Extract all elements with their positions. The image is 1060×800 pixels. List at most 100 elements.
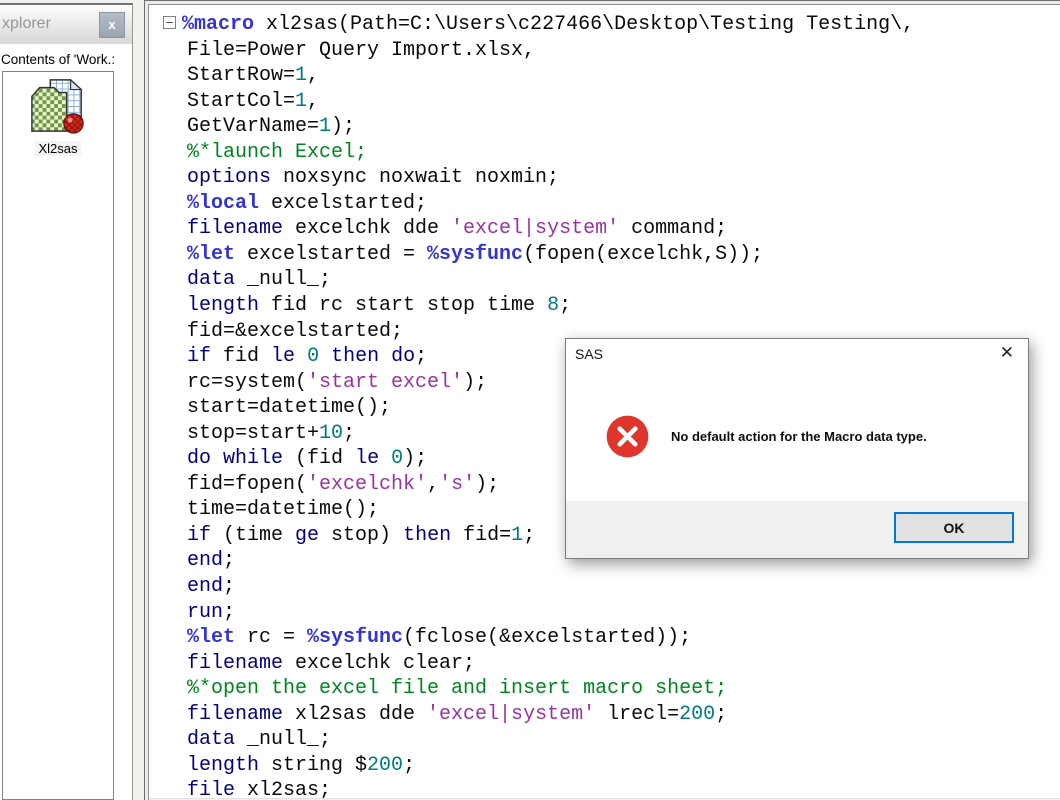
code-token-plain: ; (415, 345, 428, 369)
code-token-plain: fid= (451, 523, 512, 547)
dialog-close-icon[interactable]: ✕ (1000, 343, 1014, 363)
code-token-keyword: length (187, 753, 260, 777)
code-line: %*open the excel file and insert macro s… (163, 676, 1060, 702)
explorer-listbox[interactable]: Xl2sas (2, 71, 114, 800)
code-token-macro: %local (187, 191, 260, 215)
code-line: %let rc = %sysfunc(fclose(&excelstarted)… (163, 625, 1060, 651)
code-token-plain: ); (331, 115, 356, 139)
code-token-plain: ; (223, 549, 236, 573)
code-token-plain: ; (343, 421, 356, 445)
code-line: data _null_; (163, 267, 1060, 293)
code-token-plain: File=Power Query Import.xlsx, (187, 38, 536, 62)
code-token-plain: xl2sas dde (283, 702, 428, 726)
code-token-plain: (fopen(excelchk,S)); (523, 242, 764, 266)
code-token-number: 1 (295, 64, 308, 88)
code-token-number: 1 (319, 115, 332, 139)
code-token-plain: ; (523, 523, 536, 547)
code-token-number: 200 (679, 702, 716, 726)
code-token-number: 0 (307, 345, 320, 369)
code-token-plain: ; (403, 753, 416, 777)
explorer-panel: xplorer x Contents of 'Work.: Xl2sas (0, 3, 133, 800)
code-token-plain: ; (559, 294, 572, 318)
code-token-keyword: options (187, 166, 272, 190)
code-line: length string $200; (163, 753, 1060, 779)
code-token-string: 'excel|system' (451, 217, 620, 241)
code-token-plain: time=datetime(); (187, 498, 380, 522)
sas-macro-icon (27, 77, 89, 140)
explorer-contents-header: Contents of 'Work.: (1, 52, 116, 67)
code-token-plain: ); (463, 370, 488, 394)
sas-message-dialog: SAS ✕ No default action for the Macro da… (565, 338, 1029, 559)
code-token-plain: (fclose(&excelstarted)); (403, 626, 692, 650)
code-token-plain: StartRow= (187, 64, 296, 88)
code-token-number: 200 (367, 753, 404, 777)
code-fold-icon[interactable]: − (163, 16, 176, 29)
code-token-keyword: if (187, 523, 212, 547)
code-token-plain: excelstarted; (259, 191, 428, 215)
code-token-string: 'excelchk' (307, 472, 428, 496)
explorer-item-xl2sas[interactable]: Xl2sas (3, 77, 113, 156)
code-token-keyword: le (271, 345, 296, 369)
dialog-content: No default action for the Macro data typ… (566, 369, 1028, 503)
code-line: File=Power Query Import.xlsx, (163, 38, 1060, 64)
code-token-plain: (fid (283, 447, 356, 471)
code-token-plain: fid=fopen( (187, 472, 308, 496)
code-token-plain: _null_; (235, 728, 332, 752)
code-token-plain: xl2sas; (235, 779, 332, 800)
code-token-keyword: then (403, 523, 452, 547)
code-token-macro: %sysfunc (307, 626, 404, 650)
code-token-macro: %macro (182, 13, 255, 36)
code-token-plain: stop) (319, 523, 404, 547)
code-token-number: 1 (295, 89, 308, 113)
code-token-string: 'excel|system' (427, 702, 596, 726)
code-line: StartCol=1, (163, 89, 1060, 115)
code-token-comment: %*launch Excel; (187, 140, 368, 164)
dialog-message: No default action for the Macro data typ… (671, 428, 927, 444)
code-token-plain: lrecl= (595, 702, 680, 726)
code-token-plain: excelstarted = (235, 242, 428, 266)
code-token-plain: excelchk dde (283, 217, 452, 241)
code-token-macro: %let (187, 242, 236, 266)
code-line: %local excelstarted; (163, 191, 1060, 217)
code-token-keyword: data (187, 268, 236, 292)
code-token-number: 10 (319, 421, 344, 445)
code-token-plain: start=datetime(); (187, 396, 392, 420)
code-token-plain: (time (211, 523, 296, 547)
code-line: %*launch Excel; (163, 140, 1060, 166)
code-token-plain: , (427, 472, 440, 496)
code-line: − %macro xl2sas(Path=C:\Users\c227466\Des… (163, 12, 1060, 38)
code-token-keyword: do (187, 447, 212, 471)
explorer-close-button[interactable]: x (99, 12, 125, 38)
code-token-keyword: while (223, 447, 284, 471)
code-token-plain: rc=system( (187, 370, 308, 394)
code-token-keyword: filename (187, 217, 284, 241)
code-token-plain: StartCol= (187, 89, 296, 113)
code-token-plain: GetVarName= (187, 115, 320, 139)
code-token-keyword: run (187, 600, 224, 624)
code-token-plain: string $ (259, 753, 368, 777)
code-token-number: 8 (547, 294, 560, 318)
code-line: %let excelstarted = %sysfunc(fopen(excel… (163, 242, 1060, 268)
ok-button[interactable]: OK (894, 512, 1014, 543)
code-token-keyword: end (187, 549, 224, 573)
code-line: options noxsync noxwait noxmin; (163, 165, 1060, 191)
code-line: file xl2sas; (163, 778, 1060, 800)
code-token-plain: ; (223, 575, 236, 599)
code-token-plain: ); (403, 447, 428, 471)
code-line: filename excelchk clear; (163, 651, 1060, 677)
dialog-title: SAS (575, 346, 604, 362)
code-token-plain: xl2sas(Path=C:\Users\c227466\Desktop\Tes… (254, 13, 915, 36)
code-token-number: 0 (391, 447, 404, 471)
code-token-plain: ); (475, 472, 500, 496)
code-line: length fid rc start stop time 8; (163, 293, 1060, 319)
code-token-plain: rc = (235, 626, 308, 650)
code-token-plain: noxsync noxwait noxmin; (271, 166, 560, 190)
code-line: data _null_; (163, 727, 1060, 753)
code-line: GetVarName=1); (163, 114, 1060, 140)
code-token-keyword: ge (295, 523, 320, 547)
explorer-titlebar[interactable]: xplorer x (0, 5, 132, 44)
